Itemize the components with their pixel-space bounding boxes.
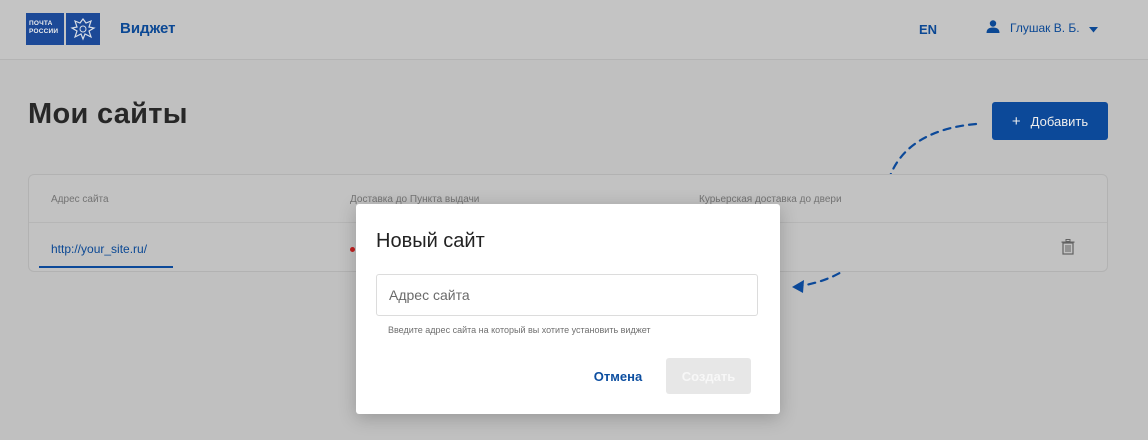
new-site-dialog: Новый сайт Введите адрес сайта на которы… bbox=[356, 204, 780, 414]
create-button[interactable]: Создать bbox=[666, 358, 751, 394]
site-address-field[interactable] bbox=[376, 274, 758, 316]
site-address-input[interactable] bbox=[377, 275, 757, 315]
cancel-button[interactable]: Отмена bbox=[588, 360, 648, 392]
site-address-hint: Введите адрес сайта на который вы хотите… bbox=[388, 325, 651, 335]
dialog-title: Новый сайт bbox=[376, 230, 485, 252]
